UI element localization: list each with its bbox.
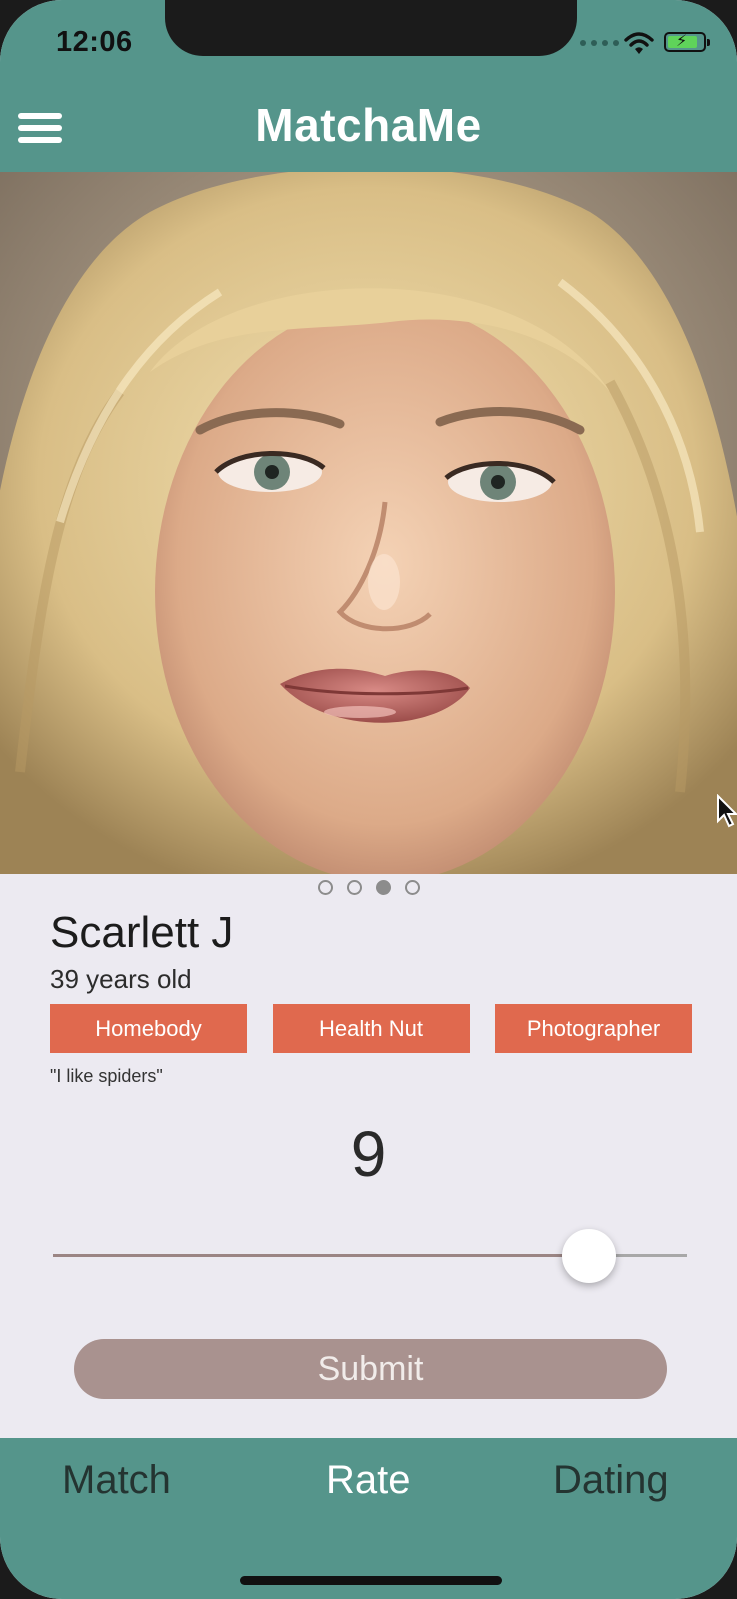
rating-value: 9 [350, 1118, 387, 1190]
app-title: MatchaMe [255, 99, 482, 151]
status-time: 12:06 [56, 26, 133, 58]
profile-age: 39 years old [50, 964, 192, 994]
signal-dots-icon [580, 40, 619, 46]
page-dot-active[interactable] [375, 880, 391, 895]
profile-photo[interactable] [0, 172, 737, 874]
page-dot[interactable] [317, 880, 333, 895]
interest-tags: Homebody Health Nut Photographer [50, 1004, 692, 1053]
photo-page-indicator[interactable] [0, 880, 737, 895]
rating-slider[interactable] [53, 1222, 687, 1283]
profile-photo-image [0, 172, 737, 874]
home-indicator[interactable] [240, 1576, 502, 1585]
interest-tag: Homebody [50, 1004, 247, 1053]
interest-tag: Photographer [495, 1004, 692, 1053]
submit-button[interactable]: Submit [74, 1339, 667, 1399]
page-dot[interactable] [346, 880, 362, 895]
device-notch [165, 0, 577, 56]
profile-quote: "I like spiders" [50, 1066, 163, 1086]
page-dot[interactable] [404, 880, 420, 895]
tab-rate[interactable]: Rate [326, 1458, 411, 1503]
profile-name: Scarlett J [50, 908, 234, 957]
slider-thumb[interactable] [561, 1229, 616, 1283]
slider-filled-track [53, 1254, 589, 1257]
tab-match[interactable]: Match [62, 1458, 171, 1503]
battery-charging-icon: ⚡ [664, 32, 710, 52]
wifi-icon [624, 32, 654, 54]
bottom-tab-bar: Match Rate Dating [0, 1438, 737, 1599]
tab-dating[interactable]: Dating [553, 1458, 669, 1503]
top-bar: 12:06 ⚡ MatchaMe [0, 0, 737, 172]
mouse-cursor-icon [717, 794, 737, 828]
interest-tag: Health Nut [272, 1004, 470, 1053]
phone-screen: 12:06 ⚡ MatchaMe Scarlett J 39 years old… [0, 0, 737, 1599]
